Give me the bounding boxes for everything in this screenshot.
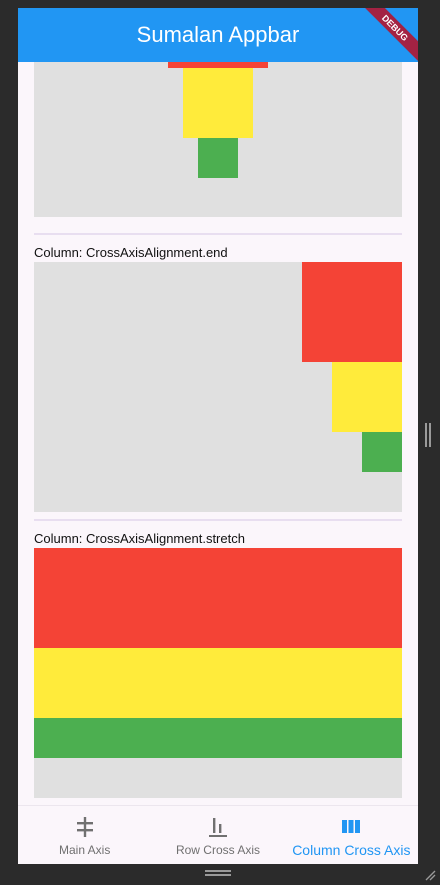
scroll-content[interactable]: Column: CrossAxisAlignment.end Column: C…	[18, 62, 418, 805]
green-block	[34, 718, 402, 758]
yellow-block	[34, 648, 402, 718]
red-block	[34, 548, 402, 648]
bottom-resize-handle[interactable]	[205, 870, 231, 876]
nav-item-column-cross-axis[interactable]: Column Cross Axis	[285, 806, 418, 864]
column-stretch-demo	[34, 548, 402, 798]
nav-item-row-cross-axis[interactable]: Row Cross Axis	[151, 806, 284, 864]
nav-label: Main Axis	[58, 843, 111, 857]
emulator-screen: Sumalan Appbar DEBUG Column: CrossAxisAl…	[18, 8, 418, 864]
section-label-stretch: Column: CrossAxisAlignment.stretch	[34, 531, 245, 546]
app-bar: Sumalan Appbar	[18, 8, 418, 62]
yellow-block	[183, 68, 253, 138]
column-center-demo	[34, 62, 402, 217]
nav-label: Row Cross Axis	[175, 843, 260, 857]
nav-label: Column Cross Axis	[292, 842, 411, 858]
resize-corner-icon[interactable]	[424, 869, 436, 881]
nav-item-main-axis[interactable]: Main Axis	[18, 806, 151, 864]
side-resize-handle[interactable]	[425, 423, 431, 447]
section-divider	[34, 233, 402, 235]
column-end-demo	[34, 262, 402, 512]
bottom-navigation: Main Axis Row Cross Axis Column Cross Ax…	[18, 805, 418, 864]
green-block	[362, 432, 402, 472]
app-bar-title: Sumalan Appbar	[136, 22, 300, 47]
main-axis-icon	[76, 817, 93, 837]
section-divider	[34, 519, 402, 521]
column-cross-axis-icon	[342, 820, 361, 833]
section-label-end: Column: CrossAxisAlignment.end	[34, 245, 228, 260]
yellow-block	[332, 362, 402, 432]
green-block	[198, 138, 238, 178]
row-cross-axis-icon	[208, 818, 227, 837]
red-block	[302, 262, 402, 362]
